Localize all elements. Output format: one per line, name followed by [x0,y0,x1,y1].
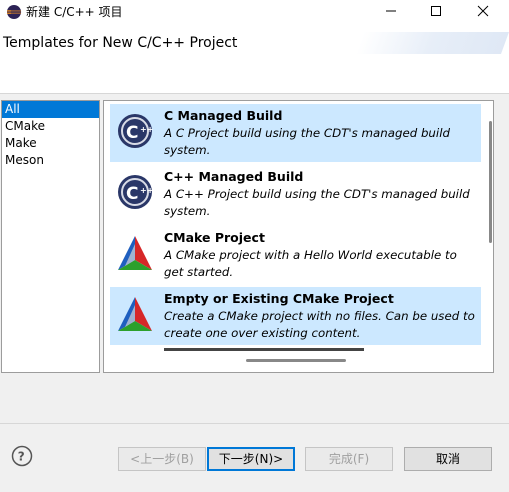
cdt-c-icon: C ++ [118,114,153,148]
template-description: A C++ Project build using the CDT's mana… [164,187,470,218]
horizontal-scrollbar[interactable] [110,354,481,366]
template-name: C Managed Build [164,108,283,123]
category-item-all[interactable]: All [2,101,99,118]
header-banner-decoration [355,32,509,54]
minimize-icon [386,10,396,12]
template-description: Create a CMake project with no files. Ca… [164,309,475,340]
cmake-triangle-icon [118,236,152,270]
svg-text:?: ? [18,450,25,464]
finish-button[interactable]: 完成(F) [305,447,393,471]
window-title: 新建 C/C++ 项目 [26,5,123,19]
page-title: Templates for New C/C++ Project [3,35,238,51]
horizontal-scroll-thumb[interactable] [246,359,346,362]
maximize-button[interactable] [415,0,457,22]
wizard-header: Templates for New C/C++ Project [0,22,509,94]
template-name: C++ Managed Build [164,169,304,184]
close-button[interactable] [462,0,504,22]
template-list[interactable]: C ++ C Managed Build A C Project build u… [103,100,494,373]
category-item-meson[interactable]: Meson [2,152,99,169]
cmake-triangle-icon [118,297,152,331]
next-button[interactable]: 下一步(N)> [207,447,295,471]
cancel-button[interactable]: 取消 [404,447,492,471]
template-item-empty-cmake-project[interactable]: Empty or Existing CMake Project Create a… [110,287,481,345]
svg-text:++: ++ [140,125,153,134]
help-icon[interactable]: ? [11,445,33,467]
minimize-button[interactable] [370,0,412,22]
svg-text:C: C [126,123,138,143]
category-item-cmake[interactable]: CMake [2,118,99,135]
back-button[interactable]: <上一步(B) [118,447,206,471]
eclipse-icon [7,5,22,19]
template-item-c-managed-build[interactable]: C ++ C Managed Build A C Project build u… [110,104,481,162]
vertical-scrollbar[interactable] [487,107,493,367]
template-name: Empty or Existing CMake Project [164,291,394,306]
title-bar: 新建 C/C++ 项目 [0,0,509,22]
template-name-clipped [164,348,364,351]
template-category-list[interactable]: All CMake Make Meson [1,100,100,373]
svg-text:C: C [126,184,138,204]
template-description: A CMake project with a Hello World execu… [164,248,457,279]
svg-text:++: ++ [140,186,153,195]
cdt-c-icon: C ++ [118,175,153,209]
template-item-cmake-project[interactable]: CMake Project A CMake project with a Hel… [110,226,481,284]
vertical-scroll-thumb[interactable] [489,121,492,243]
template-description: A C Project build using the CDT's manage… [164,126,450,157]
template-item-cpp-managed-build[interactable]: C ++ C++ Managed Build A C++ Project bui… [110,165,481,223]
category-item-make[interactable]: Make [2,135,99,152]
close-icon [477,5,489,17]
maximize-icon [431,6,441,16]
template-name: CMake Project [164,230,265,245]
